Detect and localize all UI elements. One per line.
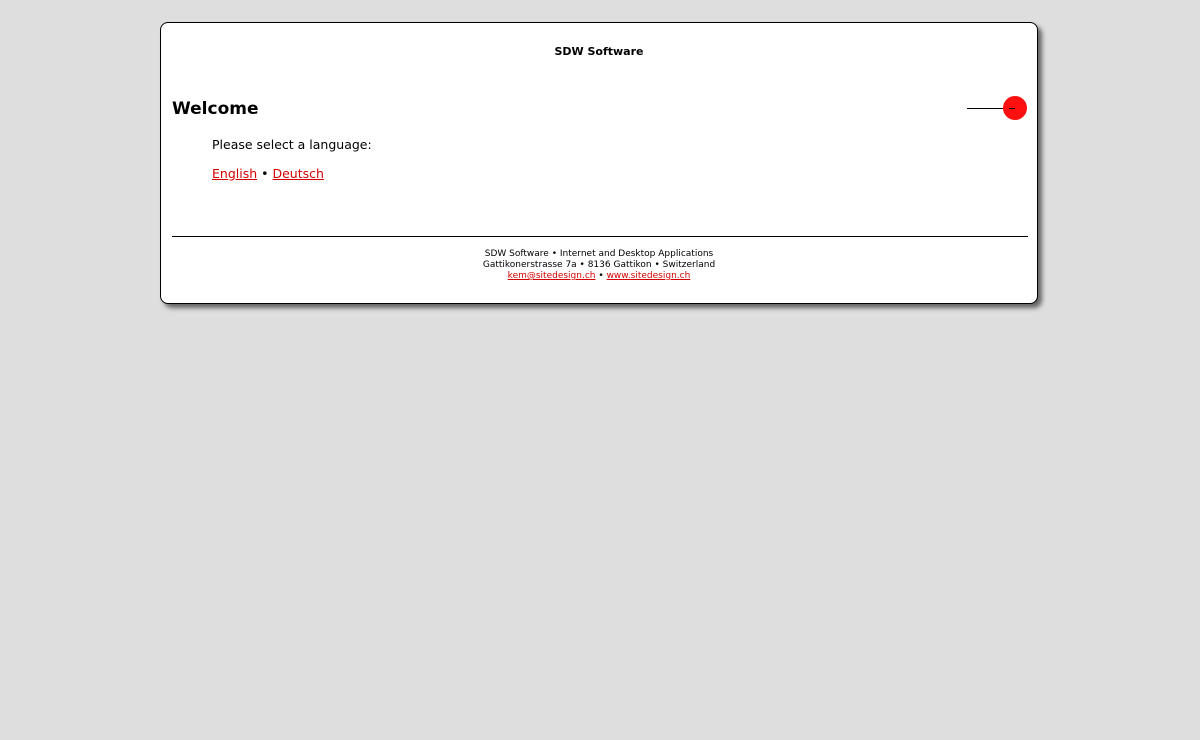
site-title: SDW Software — [554, 45, 644, 58]
footer: SDW Software • Internet and Desktop Appl… — [161, 249, 1037, 282]
english-link[interactable]: English — [212, 166, 257, 181]
footer-separator: • — [598, 271, 604, 281]
website-link[interactable]: www.sitedesign.ch — [607, 271, 691, 281]
language-separator: • — [261, 166, 269, 181]
red-dot-icon — [1003, 96, 1027, 120]
footer-company-line: SDW Software • Internet and Desktop Appl… — [484, 249, 714, 259]
page-container: SDW Software Welcome Please select a lan… — [160, 22, 1038, 304]
deutsch-link[interactable]: Deutsch — [272, 166, 323, 181]
email-link[interactable]: kem@sitedesign.ch — [508, 271, 596, 281]
language-prompt: Please select a language: — [212, 137, 372, 152]
footer-contact-line: kem@sitedesign.ch • www.sitedesign.ch — [161, 271, 1037, 282]
footer-divider — [172, 236, 1028, 237]
footer-address-line: Gattikonerstrasse 7a • 8136 Gattikon • S… — [482, 260, 716, 270]
language-links: English • Deutsch — [212, 166, 324, 181]
page-title: Welcome — [172, 99, 259, 119]
